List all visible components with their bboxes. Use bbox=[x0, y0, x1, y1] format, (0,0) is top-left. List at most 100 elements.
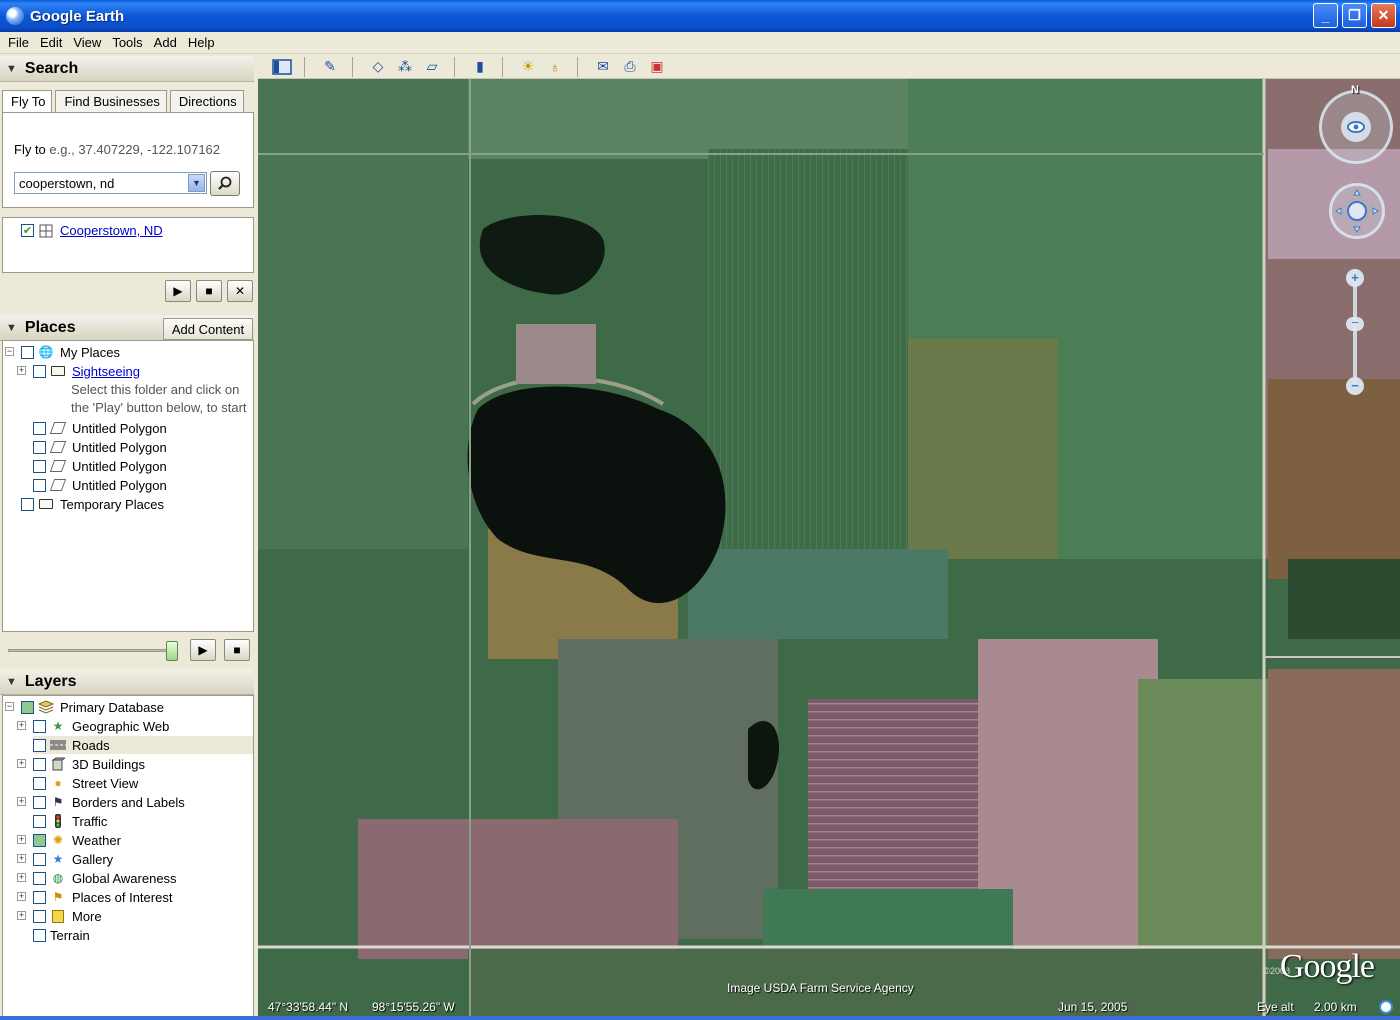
search-input[interactable] bbox=[14, 172, 207, 194]
layer-street-view[interactable]: ● Street View bbox=[33, 774, 138, 792]
menu-view[interactable]: View bbox=[69, 35, 105, 50]
add-image-overlay-icon[interactable]: ▱ bbox=[420, 57, 444, 77]
tour-slider-track[interactable] bbox=[8, 649, 173, 652]
checkbox[interactable] bbox=[33, 852, 46, 866]
play-button[interactable]: ▶ bbox=[165, 280, 191, 302]
layer-gallery[interactable]: ★ Gallery bbox=[33, 850, 113, 868]
result-link[interactable]: Cooperstown, ND bbox=[60, 223, 163, 238]
eye-icon[interactable] bbox=[1341, 112, 1371, 142]
collapse-icon[interactable]: − bbox=[5, 702, 14, 711]
move-control[interactable] bbox=[1329, 183, 1385, 239]
menu-edit[interactable]: Edit bbox=[36, 35, 66, 50]
expand-icon[interactable]: + bbox=[17, 797, 26, 806]
zoom-in-icon[interactable]: + bbox=[1346, 269, 1364, 287]
checkbox[interactable] bbox=[33, 440, 46, 454]
expand-icon[interactable]: + bbox=[17, 366, 26, 375]
tree-item-polygon[interactable]: Untitled Polygon bbox=[33, 419, 167, 437]
checkbox[interactable] bbox=[21, 497, 34, 511]
tour-slider-handle[interactable] bbox=[166, 641, 178, 661]
layer-places-of-interest[interactable]: ⚑ Places of Interest bbox=[33, 888, 172, 906]
checkbox[interactable] bbox=[33, 814, 46, 828]
search-panel-header[interactable]: ▼ Search bbox=[0, 56, 254, 82]
expand-icon[interactable]: + bbox=[17, 854, 26, 863]
tree-item-sightseeing[interactable]: Sightseeing bbox=[33, 362, 140, 380]
expand-icon[interactable]: + bbox=[17, 721, 26, 730]
clear-button[interactable]: ✕ bbox=[227, 280, 253, 302]
checkbox[interactable] bbox=[33, 757, 46, 771]
checkbox[interactable] bbox=[33, 871, 46, 885]
add-polygon-icon[interactable]: ◇ bbox=[366, 57, 390, 77]
stop-tour-button[interactable]: ■ bbox=[224, 639, 250, 661]
zoom-slider[interactable]: + − − bbox=[1346, 269, 1364, 399]
menu-file[interactable]: File bbox=[4, 35, 33, 50]
sidebar-toggle-icon[interactable] bbox=[270, 57, 294, 77]
close-button[interactable]: ✕ bbox=[1371, 3, 1396, 28]
menu-tools[interactable]: Tools bbox=[108, 35, 146, 50]
tab-directions[interactable]: Directions bbox=[169, 90, 244, 112]
menu-add[interactable]: Add bbox=[150, 35, 181, 50]
add-path-icon[interactable]: ⁂ bbox=[393, 57, 417, 77]
zoom-out-icon[interactable]: − bbox=[1346, 377, 1364, 395]
play-tour-button[interactable]: ▶ bbox=[190, 639, 216, 661]
checkbox[interactable] bbox=[33, 738, 46, 752]
layer-geographic-web[interactable]: ★ Geographic Web bbox=[33, 717, 169, 735]
checkbox[interactable] bbox=[21, 345, 34, 359]
email-icon[interactable]: ✉ bbox=[591, 57, 615, 77]
tree-item-temporary-places[interactable]: Temporary Places bbox=[21, 495, 164, 513]
checkbox[interactable] bbox=[33, 459, 46, 473]
checkbox[interactable]: ✔ bbox=[21, 224, 34, 237]
expand-icon[interactable]: + bbox=[17, 873, 26, 882]
layer-more[interactable]: More bbox=[33, 907, 102, 925]
layer-global-awareness[interactable]: ◍ Global Awareness bbox=[33, 869, 177, 887]
checkbox[interactable] bbox=[33, 928, 46, 942]
layer-weather[interactable]: ✺ Weather bbox=[33, 831, 121, 849]
tree-item-polygon[interactable]: Untitled Polygon bbox=[33, 457, 167, 475]
expand-icon[interactable]: + bbox=[17, 911, 26, 920]
layer-traffic[interactable]: Traffic bbox=[33, 812, 107, 830]
checkbox[interactable] bbox=[33, 719, 46, 733]
checkbox[interactable] bbox=[33, 421, 46, 435]
checkbox[interactable] bbox=[33, 364, 46, 378]
checkbox[interactable] bbox=[33, 890, 46, 904]
checkbox[interactable] bbox=[33, 795, 46, 809]
sightseeing-link[interactable]: Sightseeing bbox=[72, 364, 140, 379]
print-icon[interactable]: ⎙ bbox=[618, 57, 642, 77]
layer-3d-buildings[interactable]: 3D Buildings bbox=[33, 755, 145, 773]
map-view[interactable]: N + − − ©2008 Google Image USDA Farm Ser… bbox=[258, 79, 1400, 1016]
tree-item-polygon[interactable]: Untitled Polygon bbox=[33, 438, 167, 456]
maximize-button[interactable]: ❐ bbox=[1342, 3, 1367, 28]
checkbox[interactable] bbox=[33, 909, 46, 923]
planet-icon[interactable]: ♁ bbox=[543, 57, 567, 77]
search-button[interactable] bbox=[210, 171, 240, 196]
checkbox[interactable] bbox=[21, 700, 34, 714]
tab-fly-to[interactable]: Fly To bbox=[2, 90, 53, 113]
add-content-button[interactable]: Add Content bbox=[163, 318, 253, 340]
expand-icon[interactable]: + bbox=[17, 892, 26, 901]
layer-roads[interactable]: Roads bbox=[33, 736, 253, 754]
chevron-down-icon[interactable]: ▼ bbox=[188, 174, 205, 192]
checkbox[interactable] bbox=[33, 478, 46, 492]
layers-panel-header[interactable]: ▼ Layers bbox=[0, 669, 254, 695]
search-header-label: Search bbox=[24, 59, 79, 77]
layer-borders-and-labels[interactable]: ⚑ Borders and Labels bbox=[33, 793, 185, 811]
tab-find-businesses[interactable]: Find Businesses bbox=[55, 90, 167, 112]
north-indicator[interactable]: N bbox=[1351, 84, 1359, 96]
expand-icon[interactable]: + bbox=[17, 759, 26, 768]
minimize-button[interactable]: _ bbox=[1313, 3, 1338, 28]
menu-help[interactable]: Help bbox=[184, 35, 219, 50]
sunlight-icon[interactable]: ☀ bbox=[516, 57, 540, 77]
tree-item-primary-database[interactable]: Primary Database bbox=[21, 698, 164, 716]
checkbox[interactable] bbox=[33, 776, 46, 790]
view-in-maps-icon[interactable]: ▣ bbox=[645, 57, 669, 77]
tree-item-polygon[interactable]: Untitled Polygon bbox=[33, 476, 167, 494]
layer-terrain[interactable]: Terrain bbox=[33, 926, 90, 944]
ruler-icon[interactable]: ▮ bbox=[468, 57, 492, 77]
checkbox[interactable] bbox=[33, 833, 46, 847]
collapse-icon[interactable]: − bbox=[5, 347, 14, 356]
expand-icon[interactable]: + bbox=[17, 835, 26, 844]
add-placemark-icon[interactable]: ✎ bbox=[318, 57, 342, 77]
result-row[interactable]: ✔ Cooperstown, ND bbox=[21, 223, 163, 238]
zoom-slider-handle[interactable]: − bbox=[1346, 316, 1364, 331]
stop-button[interactable]: ■ bbox=[196, 280, 222, 302]
tree-item-my-places[interactable]: 🌐 My Places bbox=[21, 343, 120, 361]
